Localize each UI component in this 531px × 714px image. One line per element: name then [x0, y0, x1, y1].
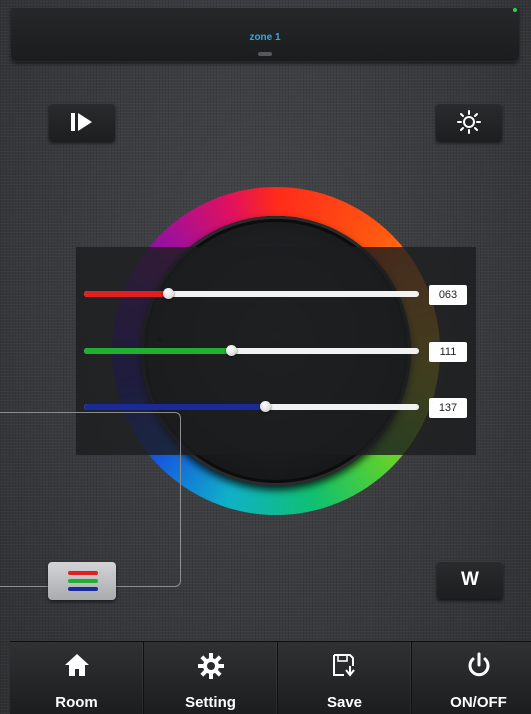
nav-room-label: Room	[55, 694, 98, 711]
sun-icon	[457, 110, 481, 134]
power-icon	[468, 652, 489, 677]
green-slider[interactable]	[84, 345, 419, 356]
rgb-bar-green	[68, 579, 98, 583]
red-thumb[interactable]	[162, 288, 174, 299]
pull-handle[interactable]	[258, 52, 272, 56]
gear-icon	[197, 653, 224, 679]
nav-onoff[interactable]: ON/OFF	[412, 642, 531, 714]
white-button[interactable]: W	[437, 561, 503, 599]
status-indicator	[513, 8, 517, 12]
rgb-mode-button[interactable]	[48, 562, 116, 600]
nav-save[interactable]: Save	[278, 642, 412, 714]
blue-thumb[interactable]	[259, 401, 271, 412]
nav-room[interactable]: Room	[10, 642, 144, 714]
zone-title[interactable]: zone 1	[11, 32, 519, 43]
red-value[interactable]: 063	[429, 285, 467, 305]
rgb-bar-blue	[68, 587, 98, 591]
blue-value[interactable]: 137	[429, 398, 467, 418]
green-fill	[84, 348, 232, 354]
red-slider[interactable]	[84, 288, 419, 299]
brightness-button[interactable]	[436, 103, 502, 141]
home-icon	[64, 654, 89, 676]
rgb-bars-icon	[68, 571, 98, 575]
play-step-icon	[71, 113, 92, 131]
green-thumb[interactable]	[226, 345, 238, 356]
zone-header: zone 1	[11, 8, 519, 62]
play-button[interactable]	[49, 103, 115, 141]
red-fill	[84, 291, 168, 297]
nav-onoff-label: ON/OFF	[450, 694, 507, 711]
nav-setting-label: Setting	[185, 694, 236, 711]
save-icon	[332, 654, 355, 677]
green-value[interactable]: 111	[429, 342, 467, 362]
nav-save-label: Save	[326, 694, 363, 711]
blue-slider[interactable]	[84, 401, 419, 412]
bottom-nav: Room Setting Save ON/OFF	[10, 641, 531, 714]
callout-outline	[0, 412, 181, 587]
blue-fill	[84, 404, 265, 410]
nav-setting[interactable]: Setting	[144, 642, 278, 714]
